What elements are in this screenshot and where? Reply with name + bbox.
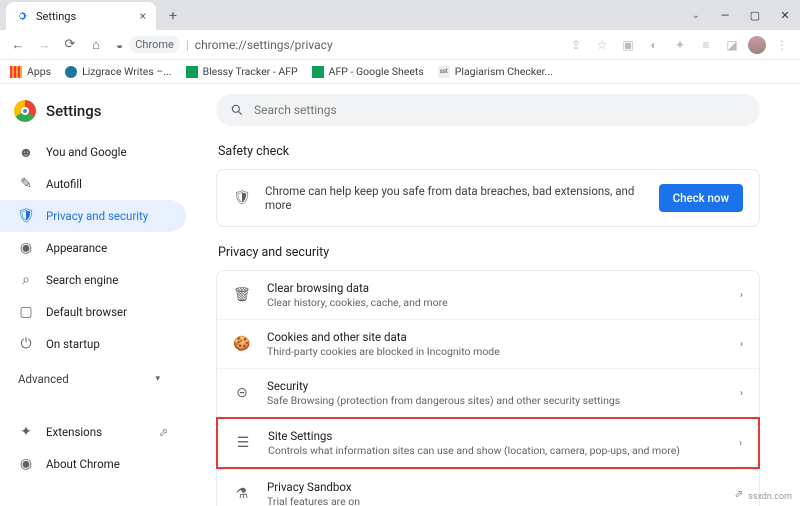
shield-check-icon: 🛡 (233, 190, 251, 206)
extension-icon[interactable]: ▣ (618, 35, 638, 55)
back-button[interactable]: ← (8, 35, 28, 55)
new-tab-button[interactable]: + (162, 5, 184, 27)
autofill-icon: ✎ (18, 176, 34, 192)
maximize-button[interactable]: ▢ (740, 0, 770, 30)
privacy-security-label: Privacy and security (218, 245, 760, 260)
star-button[interactable]: ☆ (592, 35, 612, 55)
wordpress-icon (65, 66, 77, 78)
sidebar-item-on-startup[interactable]: ⏻On startup (0, 328, 186, 360)
chevron-right-icon: › (739, 438, 742, 449)
person-icon: ☻ (18, 144, 34, 160)
omnibox[interactable]: ◒ Chrome | chrome://settings/privacy (116, 33, 556, 57)
privacy-security-card: 🗑 Clear browsing dataClear history, cook… (216, 270, 760, 506)
sheets-icon (312, 66, 324, 78)
shield-icon: 🛡 (18, 208, 34, 224)
settings-sidebar: Settings ☻You and Google ✎Autofill 🛡Priv… (0, 84, 196, 506)
row-privacy-sandbox[interactable]: ⚗ Privacy SandboxTrial features are on ⬀ (217, 469, 759, 506)
row-cookies[interactable]: 🍪 Cookies and other site dataThird-party… (217, 319, 759, 368)
extension-icon[interactable]: ◐ (644, 35, 664, 55)
bookmark-item[interactable]: Blessy Tracker - AFP (186, 65, 298, 78)
row-clear-browsing-data[interactable]: 🗑 Clear browsing dataClear history, cook… (217, 271, 759, 319)
home-button[interactable]: ⌂ (86, 35, 106, 55)
gear-icon (16, 10, 28, 22)
minimize-button[interactable]: — (710, 0, 740, 30)
address-bar: ← → ⟳ ⌂ ◒ Chrome | chrome://settings/pri… (0, 30, 800, 60)
title-bar: Settings × + ⌄ — ▢ ✕ (0, 0, 800, 30)
chevron-down-icon: ▾ (155, 374, 160, 384)
sidebar-item-about-chrome[interactable]: ◉ About Chrome (0, 448, 186, 480)
chrome-icon: ◉ (18, 456, 34, 472)
sidebar-item-default-browser[interactable]: ▢Default browser (0, 296, 186, 328)
bookmark-item[interactable]: Lizgrace Writes –... (65, 65, 172, 78)
search-icon: ⌕ (18, 272, 34, 288)
sidebar-item-autofill[interactable]: ✎Autofill (0, 168, 186, 200)
settings-search[interactable] (216, 94, 760, 126)
browser-icon: ▢ (18, 304, 34, 320)
sidebar-item-you-and-google[interactable]: ☻You and Google (0, 136, 186, 168)
cookie-icon: 🍪 (233, 336, 251, 352)
tab-close-button[interactable]: × (140, 9, 146, 23)
settings-main: Safety check 🛡 Chrome can help keep you … (196, 84, 800, 506)
window-close-button[interactable]: ✕ (770, 0, 800, 30)
sidebar-item-privacy-security[interactable]: 🛡Privacy and security (0, 200, 186, 232)
tune-icon: ☰ (234, 435, 252, 451)
bookmark-item[interactable]: sstPlagiarism Checker... (438, 65, 553, 78)
sidebar-advanced-toggle[interactable]: Advanced ▾ (0, 360, 178, 398)
sidebar-item-extensions[interactable]: ✦ Extensions ⬀ (0, 416, 186, 448)
open-in-new-icon: ⬀ (735, 489, 743, 500)
safety-check-text: Chrome can help keep you safe from data … (265, 184, 645, 212)
menu-button[interactable]: ⋮ (772, 35, 792, 55)
bookmark-apps[interactable]: Apps (10, 65, 51, 78)
extension-icon: ✦ (18, 424, 34, 440)
chevron-right-icon: › (740, 388, 743, 399)
extension-icon[interactable]: ≡ (696, 35, 716, 55)
open-in-new-icon: ⬀ (159, 426, 168, 439)
url-text: chrome://settings/privacy (195, 38, 333, 52)
check-now-button[interactable]: Check now (659, 184, 743, 212)
apps-icon (10, 66, 22, 78)
row-security[interactable]: ⊝ SecuritySafe Browsing (protection from… (217, 368, 759, 417)
safety-check-label: Safety check (218, 144, 760, 159)
row-site-settings[interactable]: ☰ Site SettingsControls what information… (216, 417, 760, 469)
trash-icon: 🗑 (233, 287, 251, 303)
safety-check-card: 🛡 Chrome can help keep you safe from dat… (216, 169, 760, 227)
search-icon (230, 103, 244, 117)
share-button[interactable]: ⇪ (566, 35, 586, 55)
profile-avatar[interactable] (748, 36, 766, 54)
bookmarks-bar: Apps Lizgrace Writes –... Blessy Tracker… (0, 60, 800, 84)
reading-list-button[interactable]: ◪ (722, 35, 742, 55)
source-credit: ssxdn.com (748, 492, 792, 502)
appearance-icon: ◉ (18, 240, 34, 256)
sidebar-item-appearance[interactable]: ◉Appearance (0, 232, 186, 264)
site-chip: Chrome (129, 36, 180, 53)
sheets-icon (186, 66, 198, 78)
globe-icon: ◒ (116, 38, 123, 52)
tab-title: Settings (36, 10, 132, 23)
browser-tab[interactable]: Settings × (6, 2, 156, 30)
settings-title: Settings (46, 102, 102, 120)
search-input[interactable] (254, 103, 746, 117)
chevron-right-icon: › (740, 290, 743, 301)
extensions-button[interactable]: ✦ (670, 35, 690, 55)
sidebar-item-search-engine[interactable]: ⌕Search engine (0, 264, 186, 296)
forward-button[interactable]: → (34, 35, 54, 55)
chevron-right-icon: › (740, 339, 743, 350)
bookmark-item[interactable]: AFP - Google Sheets (312, 65, 424, 78)
power-icon: ⏻ (18, 336, 34, 352)
reload-button[interactable]: ⟳ (60, 35, 80, 55)
tab-search-button[interactable]: ⌄ (682, 10, 710, 21)
security-icon: ⊝ (233, 385, 251, 401)
site-icon: sst (438, 66, 450, 78)
flask-icon: ⚗ (233, 486, 251, 502)
chrome-logo-icon (14, 100, 36, 122)
